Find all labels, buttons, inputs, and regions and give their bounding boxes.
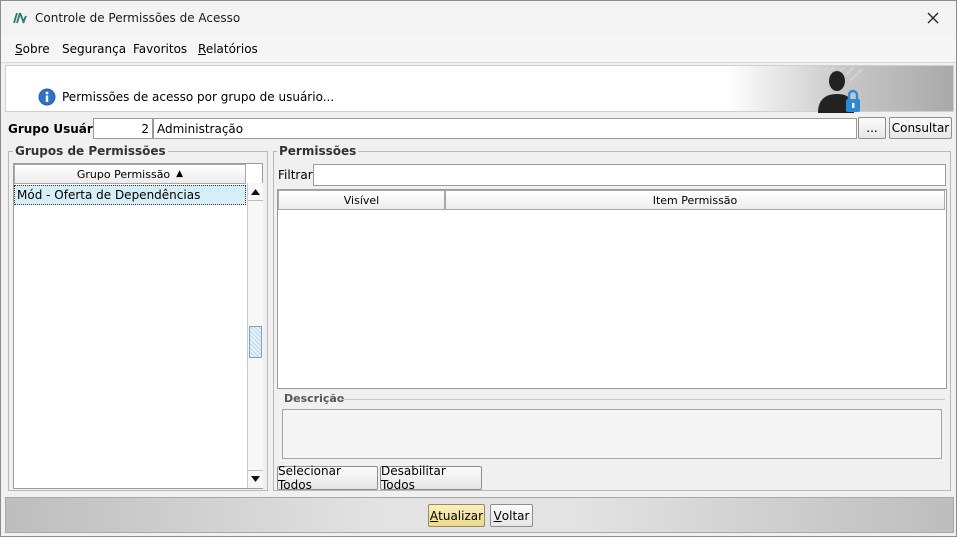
menu-bar: Sobre Segurança Favoritos Relatórios <box>1 35 956 63</box>
voltar-mnemonic: V <box>493 508 502 523</box>
descricao-text-area[interactable] <box>282 409 942 459</box>
atualizar-button[interactable]: Atualizar <box>428 504 485 527</box>
grupos-permissoes-title: Grupos de Permissões <box>13 144 168 158</box>
menu-sobre-label: obre <box>22 42 50 56</box>
sort-ascending-icon: ▲ <box>176 169 184 179</box>
banner-text: Permissões de acesso por grupo de usuári… <box>62 90 335 104</box>
descricao-title: Descrição <box>282 392 347 405</box>
permissoes-title: Permissões <box>277 144 359 158</box>
filtrar-label: Filtrar: <box>278 168 317 182</box>
app-logo-icon <box>13 12 27 24</box>
main-window: Controle de Permissões de Acesso Sobre S… <box>0 0 957 537</box>
scroll-up-button[interactable] <box>248 184 263 200</box>
scroll-thumb[interactable] <box>249 326 262 358</box>
menu-sobre[interactable]: Sobre <box>15 42 50 56</box>
menu-favoritos[interactable]: Favoritos <box>133 42 187 56</box>
grupo-usuario-id-field[interactable]: 2 <box>93 118 153 139</box>
filtrar-input[interactable] <box>313 164 946 186</box>
menu-relatorios-label: elatórios <box>205 42 258 56</box>
browse-button[interactable]: ... <box>858 117 886 139</box>
scroll-up-icon <box>251 189 260 195</box>
descricao-divider <box>341 399 945 400</box>
menu-seguranca-label: Segurança <box>62 42 127 56</box>
permissoes-table[interactable] <box>277 189 947 389</box>
desabilitar-todos-button[interactable]: Desabilitar Todos <box>380 464 482 492</box>
grupo-usuario-name-field[interactable]: Administração <box>153 118 857 139</box>
close-icon <box>927 12 939 24</box>
info-icon <box>38 88 56 106</box>
header-banner: Permissões de acesso por grupo de usuári… <box>5 65 954 113</box>
window-title: Controle de Permissões de Acesso <box>35 11 241 25</box>
grupos-permissoes-list[interactable] <box>13 163 263 489</box>
atualizar-mnemonic: A <box>429 508 439 523</box>
consultar-button[interactable]: Consultar <box>889 117 952 139</box>
menu-sobre-mnemonic: S <box>15 42 23 56</box>
grupo-permissao-header-label: Grupo Permissão <box>76 167 171 181</box>
scroll-down-icon <box>251 476 260 482</box>
title-bar: Controle de Permissões de Acesso <box>1 1 956 35</box>
item-permissao-column-header[interactable]: Item Permissão <box>445 190 945 210</box>
voltar-label: oltar <box>501 508 530 523</box>
menu-favoritos-label: Favoritos <box>133 42 188 56</box>
grupo-permissao-column-header[interactable]: Grupo Permissão ▲ <box>14 164 246 184</box>
visivel-column-header[interactable]: Visível <box>278 190 445 210</box>
close-button[interactable] <box>910 1 956 35</box>
menu-seguranca[interactable]: Segurança <box>62 42 126 56</box>
list-item[interactable]: Mód - Oferta de Dependências <box>14 185 246 205</box>
menu-relatorios-mnemonic: R <box>198 42 206 56</box>
scroll-down-button[interactable] <box>248 471 263 487</box>
selecionar-todos-button[interactable]: Selecionar Todos <box>277 464 378 492</box>
user-lock-icon <box>818 67 863 113</box>
menu-relatorios[interactable]: Relatórios <box>198 42 258 56</box>
atualizar-label: tualizar <box>438 508 484 523</box>
scroll-divider-top <box>248 200 263 201</box>
grupos-list-scrollbar[interactable] <box>247 183 263 488</box>
voltar-button[interactable]: Voltar <box>490 504 533 527</box>
